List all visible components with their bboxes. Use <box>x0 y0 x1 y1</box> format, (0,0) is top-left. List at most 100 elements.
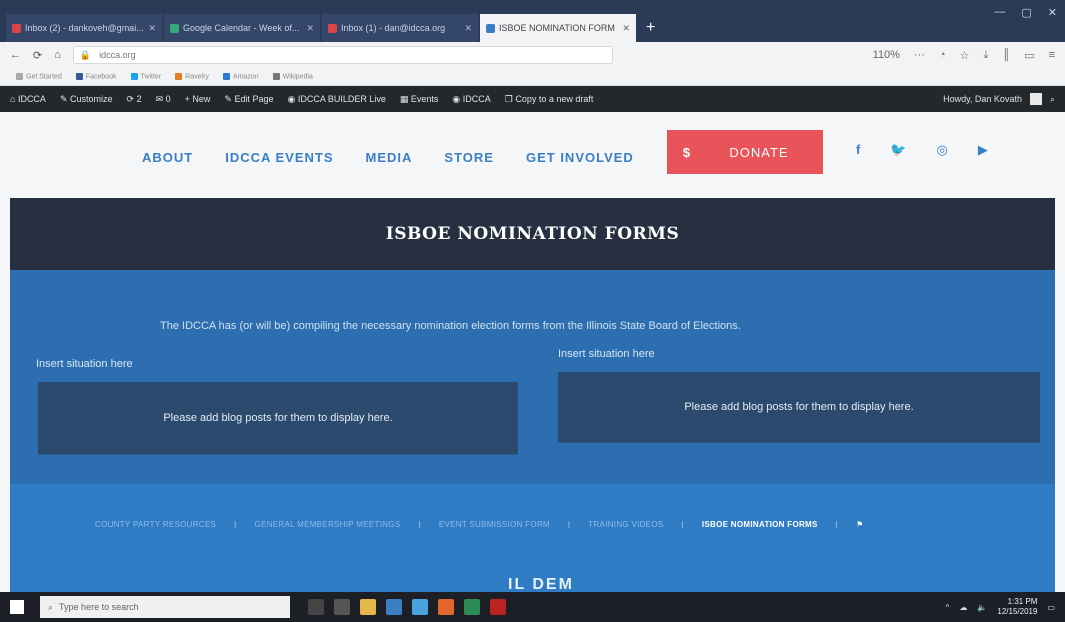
site-footer: COUNTY PARTY RESOURCES | GENERAL MEMBERS… <box>10 484 1055 593</box>
taskbar-search[interactable]: ⌕ Type here to search <box>40 596 290 618</box>
navbar-right-tools: 110% ··· ◔ ☆ ⤓ ║ ▭ ≡ <box>873 49 1055 62</box>
divider: | <box>234 520 237 529</box>
pocket-icon[interactable]: ◔ <box>939 49 946 62</box>
volume-icon[interactable]: 🔈 <box>977 603 987 612</box>
wp-idcca[interactable]: ◉ IDCCA <box>452 94 490 105</box>
url-bar[interactable]: 🔒 idcca.org <box>72 46 613 64</box>
wikipedia-icon <box>272 72 280 80</box>
instagram-icon[interactable]: ◎ <box>937 142 948 158</box>
menu-item-store[interactable]: STORE <box>444 150 494 165</box>
calculator-icon[interactable] <box>386 599 402 615</box>
notifications-icon[interactable]: ▭ <box>1047 603 1055 612</box>
taskbar-apps <box>308 599 506 615</box>
footer-link-active[interactable]: ISBOE NOMINATION FORMS <box>702 520 818 529</box>
close-window-icon[interactable]: ✕ <box>1048 6 1057 19</box>
cortana-icon[interactable] <box>308 599 324 615</box>
footer-link[interactable]: EVENT SUBMISSION FORM <box>439 520 550 529</box>
bookmark-icon <box>16 72 23 80</box>
new-tab-button[interactable]: + <box>638 14 663 42</box>
footer-link[interactable]: COUNTY PARTY RESOURCES <box>95 520 216 529</box>
menu-item-events[interactable]: IDCCA EVENTS <box>225 150 333 165</box>
clock-time: 1:31 PM <box>1007 597 1038 606</box>
reload-icon[interactable]: ⟳ <box>33 49 42 62</box>
wp-new[interactable]: + New <box>185 94 211 104</box>
browser-tab[interactable]: Inbox (1) - dan@idcca.org ✕ <box>322 14 478 42</box>
more-icon[interactable]: ··· <box>914 49 925 62</box>
divider: | <box>835 520 839 529</box>
page-title: ISBOE NOMINATION FORMS <box>385 224 680 244</box>
bookmark-item[interactable]: Wikipedia <box>272 72 313 80</box>
maximize-icon[interactable]: ▢ <box>1021 6 1031 19</box>
divider: | <box>567 520 571 529</box>
dollar-icon: $ <box>682 144 692 160</box>
browser-tab-active[interactable]: ISBOE NOMINATION FORM ✕ <box>480 14 636 42</box>
site-favicon-icon <box>486 23 495 33</box>
card-text: Please add blog posts for them to displa… <box>163 412 393 424</box>
close-icon[interactable]: ✕ <box>148 23 156 34</box>
search-icon: ⌕ <box>48 601 54 612</box>
bookmark-icon[interactable]: ⚑ <box>856 520 863 529</box>
clock[interactable]: 1:31 PM 12/15/2019 <box>997 597 1037 617</box>
wp-copy-draft[interactable]: ❐ Copy to a new draft <box>505 94 594 105</box>
browser-tab-strip: Inbox (2) - dankoveh@gmai... ✕ Google Ca… <box>0 0 1065 42</box>
browser-tab[interactable]: Inbox (2) - dankoveh@gmai... ✕ <box>6 14 162 42</box>
close-icon[interactable]: ✕ <box>622 23 630 34</box>
wp-events[interactable]: ▦ Events <box>400 94 439 105</box>
wp-site-link[interactable]: ⌂ IDCCA <box>10 94 46 104</box>
search-placeholder: Type here to search <box>59 602 139 612</box>
situation-left: Insert situation here <box>36 358 133 370</box>
menu-icon[interactable]: ≡ <box>1049 49 1055 62</box>
dropbox-icon[interactable] <box>412 599 428 615</box>
wp-updates[interactable]: ⟳ 2 <box>127 94 142 105</box>
bookmark-item[interactable]: Amazon <box>222 72 259 80</box>
network-icon[interactable]: ☁ <box>959 603 967 612</box>
menu-item-about[interactable]: ABOUT <box>142 150 193 165</box>
chevron-up-icon[interactable]: ^ <box>946 603 950 612</box>
main-menu: ABOUT IDCCA EVENTS MEDIA STORE GET INVOL… <box>142 150 634 165</box>
twitter-icon[interactable]: 🐦 <box>890 142 906 158</box>
windows-start-icon[interactable] <box>10 600 24 614</box>
bookmark-item[interactable]: Ravelry <box>175 72 209 80</box>
wp-account[interactable]: Howdy, Dan Kovath ⌕ <box>943 93 1055 105</box>
home-icon[interactable]: ⌂ <box>54 49 61 61</box>
windows-taskbar: ⌕ Type here to search ^ ☁ 🔈 1:31 PM 12/1… <box>0 592 1065 622</box>
browser-tab[interactable]: Google Calendar - Week of... ✕ <box>164 14 320 42</box>
lock-icon: 🔒 <box>79 49 92 60</box>
back-icon[interactable]: ← <box>10 49 21 61</box>
sidebar-icon[interactable]: ▭ <box>1024 49 1034 62</box>
wp-comments[interactable]: ✉ 0 <box>156 94 171 105</box>
firefox-icon[interactable] <box>438 599 454 615</box>
facebook-icon[interactable]: f <box>856 142 860 158</box>
close-icon[interactable]: ✕ <box>306 23 314 34</box>
wp-builder-live[interactable]: ◉ IDCCA BUILDER Live <box>287 94 385 105</box>
bookmark-item[interactable]: Twitter <box>130 72 161 80</box>
donate-button[interactable]: $ DONATE <box>667 130 823 174</box>
tab-label: ISBOE NOMINATION FORM <box>499 23 615 33</box>
zoom-level[interactable]: 110% <box>873 49 900 62</box>
file-explorer-icon[interactable] <box>360 599 376 615</box>
wp-edit-page[interactable]: ✎ Edit Page <box>224 94 273 105</box>
acrobat-icon[interactable] <box>490 599 506 615</box>
search-icon[interactable]: ⌕ <box>1050 94 1055 105</box>
menu-item-get-involved[interactable]: GET INVOLVED <box>526 150 634 165</box>
footer-link[interactable]: TRAINING VIDEOS <box>588 520 663 529</box>
download-icon[interactable]: ⤓ <box>984 49 989 62</box>
facebook-icon <box>75 72 83 80</box>
minimize-icon[interactable]: — <box>994 6 1005 19</box>
library-icon[interactable]: ║ <box>1002 49 1010 62</box>
menu-item-media[interactable]: MEDIA <box>366 150 413 165</box>
bookmark-item[interactable]: Get Started <box>16 72 62 80</box>
card-text: Please add blog posts for them to displa… <box>684 401 914 413</box>
youtube-icon[interactable]: ▶ <box>978 142 988 158</box>
task-view-icon[interactable] <box>334 599 350 615</box>
blog-posts-placeholder-right: Please add blog posts for them to displa… <box>558 372 1040 442</box>
close-icon[interactable]: ✕ <box>464 23 472 34</box>
footer-link[interactable]: GENERAL MEMBERSHIP MEETINGS <box>255 520 401 529</box>
footer-links: COUNTY PARTY RESOURCES | GENERAL MEMBERS… <box>95 520 864 529</box>
browser-navbar: ← ⟳ ⌂ 🔒 idcca.org 110% ··· ◔ ☆ ⤓ ║ ▭ ≡ <box>0 42 1065 68</box>
wp-customize[interactable]: ✎ Customize <box>60 94 113 105</box>
bookmark-item[interactable]: Facebook <box>75 72 117 80</box>
star-icon[interactable]: ☆ <box>960 49 970 62</box>
donate-label: DONATE <box>729 144 789 160</box>
excel-icon[interactable] <box>464 599 480 615</box>
